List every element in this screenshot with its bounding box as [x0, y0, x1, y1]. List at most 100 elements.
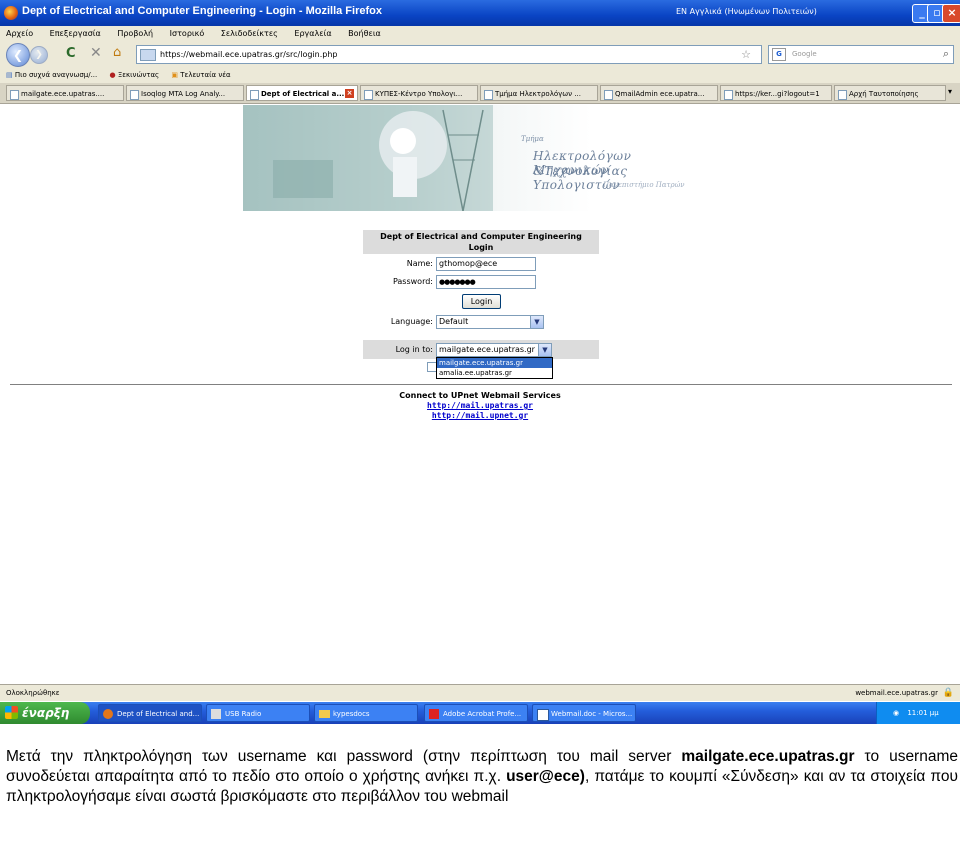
menu-bookmarks[interactable]: Σελιδοδείκτες — [221, 29, 278, 38]
tab-logout[interactable]: https://ker...gi?logout=1 — [720, 85, 832, 101]
task-acrobat[interactable]: Adobe Acrobat Profe... — [424, 704, 528, 722]
connect-section: Connect to UPnet Webmail Services http:/… — [330, 391, 630, 421]
menu-view[interactable]: Προβολή — [117, 29, 153, 38]
tab-label: Isoqlog MTA Log Analy... — [141, 90, 226, 98]
home-icon[interactable]: ⌂ — [113, 45, 121, 60]
page-icon — [724, 90, 733, 100]
address-bar[interactable]: https://webmail.ece.upatras.gr/src/login… — [136, 45, 762, 64]
name-input[interactable]: gthomop@ece — [436, 257, 536, 271]
caption-bold-user: user@ece) — [506, 768, 585, 785]
chevron-down-icon[interactable]: ▼ — [538, 344, 551, 356]
back-arrow-icon[interactable]: ❮ — [6, 43, 30, 67]
page-icon — [250, 90, 259, 100]
lock-icon[interactable]: 🔒 — [943, 685, 954, 701]
tab-tmima[interactable]: Τμήμα Ηλεκτρολόγων ... — [480, 85, 598, 101]
upnet-mail-link[interactable]: http://mail.upnet.gr — [330, 411, 630, 421]
stop-icon[interactable]: ✕ — [90, 45, 102, 61]
login-header-subtitle: Login — [468, 243, 494, 252]
server-option-mailgate[interactable]: mailgate.ece.upatras.gr — [437, 358, 552, 368]
menu-edit[interactable]: Επεξεργασία — [50, 29, 101, 38]
password-label: Password: — [392, 277, 433, 286]
server-select[interactable]: mailgate.ece.upatras.gr ▼ — [436, 343, 552, 357]
task-label: kypesdocs — [333, 710, 370, 718]
search-icon[interactable]: ⌕ — [943, 45, 949, 62]
tab-isoqlog[interactable]: Isoqlog MTA Log Analy... — [126, 85, 244, 101]
tab-list-chevron-icon[interactable]: ▾ — [948, 87, 952, 96]
server-option-amalia[interactable]: amalia.ee.upatras.gr — [437, 368, 552, 378]
banner-line-4: Πανεπιστήμιο Πατρών — [603, 181, 685, 189]
task-firefox[interactable]: Dept of Electrical and... — [98, 704, 202, 722]
page-icon — [604, 90, 613, 100]
menu-history[interactable]: Ιστορικό — [170, 29, 205, 38]
status-domain: webmail.ece.upatras.gr — [855, 689, 938, 697]
tab-mailgate[interactable]: mailgate.ece.upatras.... — [6, 85, 124, 101]
site-identity-icon[interactable] — [140, 48, 156, 61]
chevron-down-icon[interactable]: ▼ — [530, 316, 543, 328]
menu-tools[interactable]: Εργαλεία — [294, 29, 331, 38]
tab-label: Τμήμα Ηλεκτρολόγων ... — [495, 90, 581, 98]
bookmark-most-visited[interactable]: Πιο συχνά αναγνωσμ/... — [15, 71, 97, 79]
password-input[interactable]: ●●●●●●● — [436, 275, 536, 289]
network-icon[interactable]: ◉ — [893, 709, 899, 717]
windows-taskbar: έναρξη Dept of Electrical and... USB Rad… — [0, 702, 960, 724]
start-button[interactable]: έναρξη — [0, 702, 90, 724]
close-tab-icon[interactable]: × — [345, 89, 354, 98]
login-header-title: Dept of Electrical and Computer Engineer… — [380, 232, 582, 241]
connect-title: Connect to UPnet Webmail Services — [399, 391, 561, 400]
tab-label: Dept of Electrical a... — [261, 90, 345, 98]
folder-icon — [319, 710, 330, 718]
language-select[interactable]: Default ▼ — [436, 315, 544, 329]
radio-icon — [211, 709, 221, 719]
tab-label: https://ker...gi?logout=1 — [735, 90, 820, 98]
acrobat-icon — [429, 709, 439, 719]
tab-dept-electrical[interactable]: Dept of Electrical a... × — [246, 85, 358, 101]
bookmark-icon: ● — [109, 71, 116, 79]
task-label: USB Radio — [225, 710, 262, 718]
word-icon — [537, 709, 549, 721]
forward-arrow-icon[interactable]: ❯ — [30, 46, 48, 64]
tab-label: mailgate.ece.upatras.... — [21, 90, 105, 98]
bookmark-latest-news[interactable]: Τελευταία νέα — [180, 71, 230, 79]
address-text: https://webmail.ece.upatras.gr/src/login… — [160, 50, 338, 59]
tab-label: ΚΥΠΕΣ-Κέντρο Υπολογι... — [375, 90, 463, 98]
caption-text-1: Μετά την πληκτρολόγηση των username και … — [6, 748, 682, 765]
star-icon[interactable]: ☆ — [741, 46, 751, 63]
menu-help[interactable]: Βοήθεια — [348, 29, 381, 38]
language-indicator[interactable]: EN Αγγλικά (Ηνωμένων Πολιτειών) — [676, 7, 817, 16]
caption-bold-server: mailgate.ece.upatras.gr — [681, 748, 855, 765]
task-usb-radio[interactable]: USB Radio — [206, 704, 310, 722]
task-label: Webmail.doc - Micros... — [551, 710, 633, 718]
firefox-icon — [103, 709, 113, 719]
bookmarks-toolbar: ▤ Πιο συχνά αναγνωσμ/... ● Ξεκινώντας ▣ … — [0, 67, 960, 83]
close-button[interactable]: × — [942, 4, 960, 23]
windows-logo-icon — [5, 706, 18, 719]
bookmark-getting-started[interactable]: Ξεκινώντας — [118, 71, 159, 79]
reload-icon[interactable]: C — [66, 46, 76, 61]
login-to-label: Log in to: — [395, 345, 433, 354]
firefox-logo-icon — [4, 6, 18, 20]
task-kypesdocs[interactable]: kypesdocs — [314, 704, 418, 722]
login-button[interactable]: Login — [462, 294, 501, 309]
clock: 11:01 μμ — [907, 709, 939, 717]
banner-image — [243, 105, 493, 211]
task-label: Adobe Acrobat Profe... — [443, 710, 522, 718]
google-icon[interactable]: G — [772, 47, 786, 61]
status-text: Ολοκληρώθηκε — [6, 689, 60, 697]
page-icon — [838, 90, 847, 100]
task-label: Dept of Electrical and... — [117, 710, 200, 718]
tab-identity[interactable]: Αρχή Ταυτοποίησης — [834, 85, 946, 101]
banner-line-1: Τμήμα — [521, 135, 544, 143]
page-icon — [364, 90, 373, 100]
tab-kypes[interactable]: ΚΥΠΕΣ-Κέντρο Υπολογι... — [360, 85, 478, 101]
status-bar: Ολοκληρώθηκε webmail.ece.upatras.gr 🔒 — [0, 684, 960, 701]
search-box[interactable]: G Google ⌕ — [768, 45, 954, 64]
menu-file[interactable]: Αρχείο — [6, 29, 33, 38]
upatras-mail-link[interactable]: http://mail.upatras.gr — [330, 401, 630, 411]
divider — [10, 384, 952, 385]
tab-qmailadmin[interactable]: QmailAdmin ece.upatra... — [600, 85, 718, 101]
system-tray: ◉ 11:01 μμ — [876, 702, 960, 724]
tab-strip: mailgate.ece.upatras.... Isoqlog MTA Log… — [0, 83, 960, 104]
start-label: έναρξη — [22, 706, 70, 720]
task-word[interactable]: Webmail.doc - Micros... — [532, 704, 636, 722]
page-icon — [484, 90, 493, 100]
